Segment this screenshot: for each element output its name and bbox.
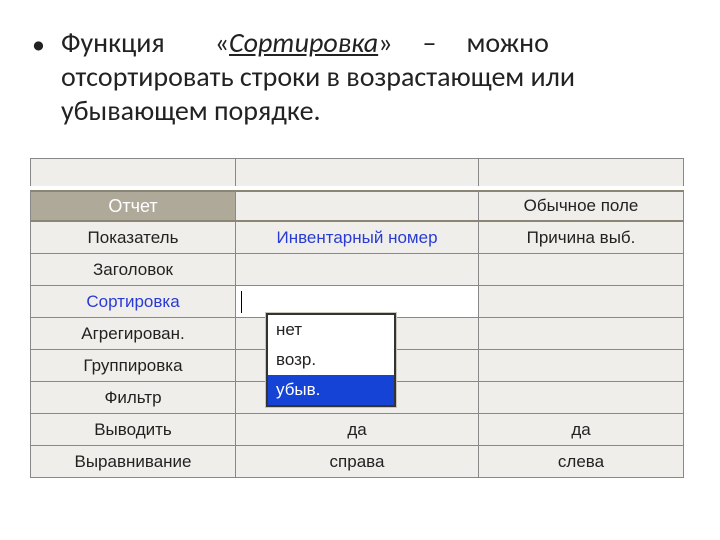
cell-c-sort[interactable] (479, 286, 684, 318)
cell-c7[interactable]: слева (479, 446, 684, 478)
cell-c1[interactable] (479, 254, 684, 286)
table-screenshot: Отчет Обычное поле Показатель Инвентарны… (30, 158, 690, 478)
table-row: Заголовок (30, 254, 690, 286)
sort-option-desc[interactable]: убыв. (268, 375, 394, 405)
cell-c5[interactable] (479, 382, 684, 414)
quote-close: » (378, 25, 392, 60)
header-usualfield: Обычное поле (479, 190, 684, 222)
text-caret-icon (241, 291, 242, 313)
slide-body: • Функция «Сортировка»–можно отсортироват… (0, 0, 720, 128)
cell-c4[interactable] (479, 350, 684, 382)
cell-inv-number[interactable]: Инвентарный номер (236, 222, 479, 254)
row-label-zagolovok: Заголовок (30, 254, 236, 286)
sort-dropdown[interactable]: нет возр. убыв. (266, 313, 396, 407)
sort-option-asc[interactable]: возр. (268, 345, 394, 375)
cell-c3[interactable] (479, 318, 684, 350)
cell-b6[interactable]: да (236, 414, 479, 446)
cell-reason[interactable]: Причина выб. (479, 222, 684, 254)
dash: – (422, 25, 436, 60)
word-sortirovka: Сортировка (229, 25, 378, 60)
bullet-line2: отсортировать строки в возрастающем или (61, 59, 575, 94)
cell-c6[interactable]: да (479, 414, 684, 446)
table-row: Выводить да да (30, 414, 690, 446)
word-function: Функция (61, 25, 165, 60)
header-report: Отчет (30, 190, 236, 222)
sort-option-none[interactable]: нет (268, 315, 394, 345)
cell-b7[interactable]: справа (236, 446, 479, 478)
quote-open: « (215, 25, 229, 60)
row-label-vyravnivanie: Выравнивание (30, 446, 236, 478)
cell-b1[interactable] (236, 254, 479, 286)
word-rest1: можно (466, 25, 548, 60)
bullet-icon: • (32, 26, 45, 62)
row-label-filtr: Фильтр (30, 382, 236, 414)
header-blank (236, 190, 479, 222)
table-toprow (30, 158, 690, 190)
bullet-line3: убывающем порядке. (61, 93, 321, 128)
table-header-row: Отчет Обычное поле (30, 190, 690, 222)
table-row: Выравнивание справа слева (30, 446, 690, 478)
bullet-text: Функция «Сортировка»–можно отсортировать … (61, 26, 575, 128)
row-label-pokazatel: Показатель (30, 222, 236, 254)
row-label-sortirovka: Сортировка (30, 286, 236, 318)
table-row: Показатель Инвентарный номер Причина выб… (30, 222, 690, 254)
row-label-gruppirovka: Группировка (30, 350, 236, 382)
row-label-agregirovan: Агрегирован. (30, 318, 236, 350)
row-label-vyvodit: Выводить (30, 414, 236, 446)
